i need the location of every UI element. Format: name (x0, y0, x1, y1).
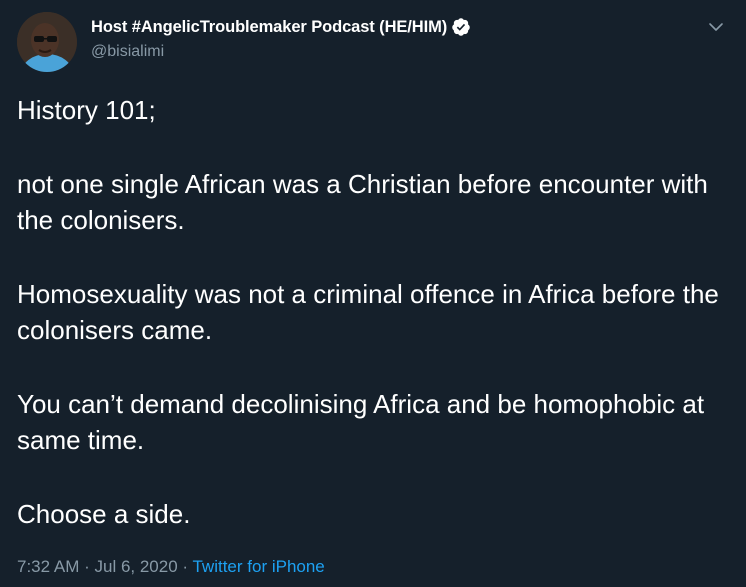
tweet-paragraph: Homosexuality was not a criminal offence… (17, 279, 719, 345)
tweet-paragraph: Choose a side. (17, 499, 191, 529)
author-name-row[interactable]: Host #AngelicTroublemaker Podcast (HE/HI… (91, 17, 471, 37)
avatar-photo-icon (17, 12, 77, 72)
author-display-name[interactable]: Host #AngelicTroublemaker Podcast (HE/HI… (91, 18, 447, 37)
author-handle[interactable]: @bisialimi (91, 43, 164, 61)
tweet-date[interactable]: Jul 6, 2020 (94, 557, 177, 576)
meta-separator: · (177, 557, 193, 576)
chevron-down-icon[interactable] (706, 17, 726, 37)
tweet-paragraph: not one single African was a Christian b… (17, 169, 708, 235)
tweet-card: Host #AngelicTroublemaker Podcast (HE/HI… (0, 0, 746, 587)
tweet-time[interactable]: 7:32 AM (17, 557, 79, 576)
verified-badge-icon (451, 17, 471, 37)
meta-separator: · (79, 557, 95, 576)
avatar[interactable] (17, 12, 77, 72)
tweet-metadata: 7:32 AM · Jul 6, 2020 · Twitter for iPho… (17, 557, 325, 577)
tweet-paragraph: History 101; (17, 95, 156, 125)
tweet-source-link[interactable]: Twitter for iPhone (192, 557, 324, 576)
tweet-paragraph: You can’t demand decolinising Africa and… (17, 389, 705, 455)
tweet-text: History 101; not one single African was … (17, 92, 732, 532)
